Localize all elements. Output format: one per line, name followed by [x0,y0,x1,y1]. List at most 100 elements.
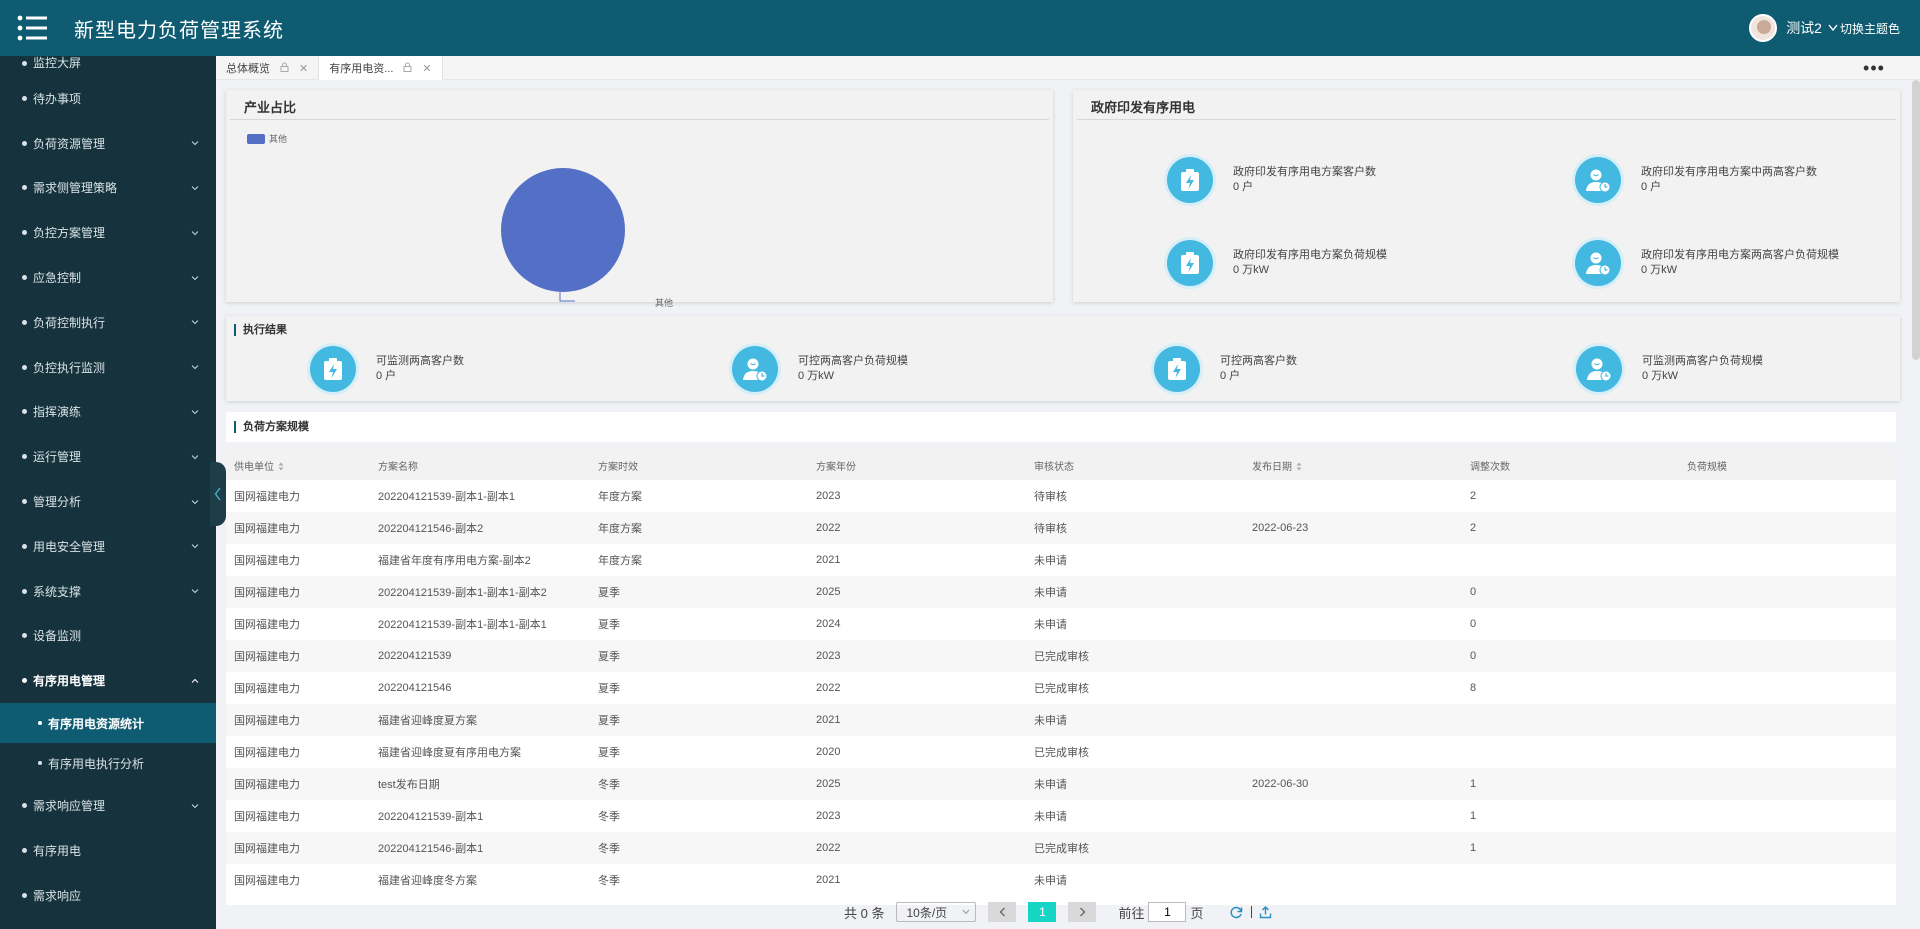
pie-slice[interactable] [501,168,625,292]
sidebar-item-todo[interactable]: 待办事项 [0,76,216,121]
sidebar-item-label: 监控大屏 [33,56,82,70]
table-cell: test发布日期 [378,779,440,791]
table-row[interactable]: 国网福建电力 202204121539-副本1 冬季 2023 未申请 1 [226,800,1896,832]
table-cell: 未申请 [1034,715,1067,727]
gov-issued-card: 政府印发有序用电 政府印发有序用电方案客户数 0 户 政府印发有序用电方案中两高客… [1073,90,1900,302]
stat-value: 0 户 [1233,181,1254,193]
table-cell: 福建省迎峰度夏方案 [378,715,477,727]
table-row[interactable]: 国网福建电力 test发布日期 冬季 2025 未申请 2022-06-30 1 [226,768,1896,800]
table-row[interactable]: 国网福建电力 202204121539-副本1-副本1 年度方案 2023 待审核 2 [226,480,1896,512]
chevron-down-icon [191,454,199,459]
sidebar-item-label: 负荷资源管理 [33,136,106,151]
sidebar-item-support[interactable]: 系统支撑 [0,569,216,614]
more-icon[interactable]: ••• [1854,56,1894,80]
page-number-current[interactable]: 1 [1028,902,1057,922]
bullet-icon [22,499,27,505]
stat-label: 可监测两高客户数 [376,355,464,367]
sidebar-item-exec-monitor[interactable]: 负控执行监测 [0,345,216,390]
table-row[interactable]: 国网福建电力 202204121546-副本1 冬季 2022 已完成审核 1 [226,832,1896,864]
sidebar-item-safety[interactable]: 用电安全管理 [0,524,216,569]
sidebar-item-drill[interactable]: 指挥演练 [0,390,216,435]
stat-value: 0 万kW [1641,264,1678,276]
chevron-down-icon [191,803,199,808]
tab-orderly-resource[interactable]: 有序用电资... ✕ [319,56,443,80]
table-cell: 2022 [816,522,841,534]
bullet-icon [22,588,27,594]
sidebar-item-label: 用电安全管理 [33,539,106,554]
table-row[interactable]: 国网福建电力 福建省迎峰度夏有序用电方案 夏季 2020 已完成审核 [226,736,1896,768]
sidebar-item-demand-response[interactable]: 需求响应 [0,873,216,918]
sort-icon[interactable] [278,462,284,471]
avatar[interactable] [1749,14,1778,42]
close-icon[interactable]: ✕ [299,62,308,75]
sidebar-item-orderly-power[interactable]: 有序用电管理 [0,658,216,703]
sidebar-item-load-resource[interactable]: 负荷资源管理 [0,121,216,166]
table-cell: 待审核 [1034,491,1067,503]
lock-icon[interactable] [280,62,289,75]
page-size-select[interactable]: 10条/页 [896,902,977,922]
sidebar-subitem-resource-stats[interactable]: 有序用电资源统计 [0,703,216,744]
prev-page-button[interactable] [988,902,1017,922]
export-icon[interactable] [1255,902,1277,922]
table-row[interactable]: 国网福建电力 福建省迎峰度冬方案 冬季 2021 未申请 [226,864,1896,896]
sidebar-item-emergency[interactable]: 应急控制 [0,255,216,300]
sort-icon[interactable] [1296,462,1302,471]
sidebar-item-orderly[interactable]: 有序用电 [0,828,216,873]
table-cell: 年度方案 [598,555,642,567]
stat-gov-high-customers: 政府印发有序用电方案中两高客户数 0 户 [1575,157,1817,203]
table-cell: 夏季 [598,747,620,759]
table-cell: 国网福建电力 [234,587,300,599]
sidebar-item-analysis[interactable]: 管理分析 [0,479,216,524]
table-cell: 国网福建电力 [234,779,300,791]
table-row[interactable]: 国网福建电力 202204121539-副本1-副本1-副本2 夏季 2025 未申请 0 [226,576,1896,608]
table-cell: 8 [1470,682,1477,694]
plan-section-header: 负荷方案规模 [226,412,1896,442]
sidebar-item-demand-strategy[interactable]: 需求侧管理策略 [0,166,216,211]
stat-label: 政府印发有序用电方案负荷规模 [1233,249,1387,261]
table-row[interactable]: 国网福建电力 福建省迎峰度夏方案 夏季 2021 未申请 [226,704,1896,736]
user-name[interactable]: 测试2 [1786,18,1822,38]
goto-page: 前往 页 [1118,902,1204,922]
theme-switch[interactable]: 切换主题色 [1828,20,1900,37]
table-cell: 已完成审核 [1034,651,1089,663]
table-row[interactable]: 国网福建电力 福建省年度有序用电方案-副本2 年度方案 2021 未申请 [226,544,1896,576]
close-icon[interactable]: ✕ [422,62,431,75]
refresh-icon[interactable] [1226,902,1248,922]
sidebar-item-operation[interactable]: 运行管理 [0,434,216,479]
table-row[interactable]: 国网福建电力 202204121546-副本2 年度方案 2022 待审核 2022-06… [226,512,1896,544]
page-scrollbar[interactable] [1912,80,1920,360]
lock-icon[interactable] [403,62,412,75]
sidebar: 监控大屏 待办事项 负荷资源管理 需求侧管理策略 负控方案管理 应急控制 负荷控… [0,56,216,929]
goto-page-input[interactable] [1148,902,1187,922]
stat-label: 可控两高客户数 [1220,355,1297,367]
hamburger-menu-icon[interactable] [0,0,64,56]
column-header[interactable]: 发布日期 [1244,458,1462,473]
table-row[interactable]: 国网福建电力 202204121539-副本1-副本1-副本1 夏季 2024 未申请 0 [226,608,1896,640]
table-header: 供电单位 方案名称 方案时效 方案年份 审核状态 发布日期 调整次数 负荷规模 [226,450,1896,480]
tab-overview[interactable]: 总体概览 ✕ [216,56,320,80]
bullet-icon [22,892,27,898]
stat-label: 政府印发有序用电方案客户数 [1233,166,1376,178]
stat-label: 可控两高客户负荷规模 [798,355,908,367]
stat-value: 0 万kW [1642,370,1679,382]
table-cell: 夏季 [598,619,620,631]
table-cell: 202204121539-副本1-副本1 [378,491,515,503]
sidebar-subitem-exec-analysis[interactable]: 有序用电执行分析 [0,743,216,783]
sidebar-item-control-plan[interactable]: 负控方案管理 [0,210,216,255]
table-row[interactable]: 国网福建电力 202204121546 夏季 2022 已完成审核 8 [226,672,1896,704]
next-page-button[interactable] [1068,902,1097,922]
sidebar-item-label: 运行管理 [33,450,82,465]
sidebar-item-control-exec[interactable]: 负荷控制执行 [0,300,216,345]
table-cell: 年度方案 [598,491,642,503]
sidebar-item-demand-response-mgmt[interactable]: 需求响应管理 [0,783,216,828]
chevron-down-icon [191,499,199,504]
table-cell: 夏季 [598,587,620,599]
column-header: 方案名称 [378,461,418,473]
sidebar-item-device-monitor[interactable]: 设备监测 [0,614,216,659]
sidebar-item-label: 需求响应 [33,888,82,903]
table-cell: 2022-06-23 [1252,522,1309,534]
sidebar-item-monitor-screen[interactable]: 监控大屏 [0,56,216,74]
chevron-down-icon [191,230,199,235]
column-header[interactable]: 供电单位 [226,458,370,473]
table-row[interactable]: 国网福建电力 202204121539 夏季 2023 已完成审核 0 [226,640,1896,672]
